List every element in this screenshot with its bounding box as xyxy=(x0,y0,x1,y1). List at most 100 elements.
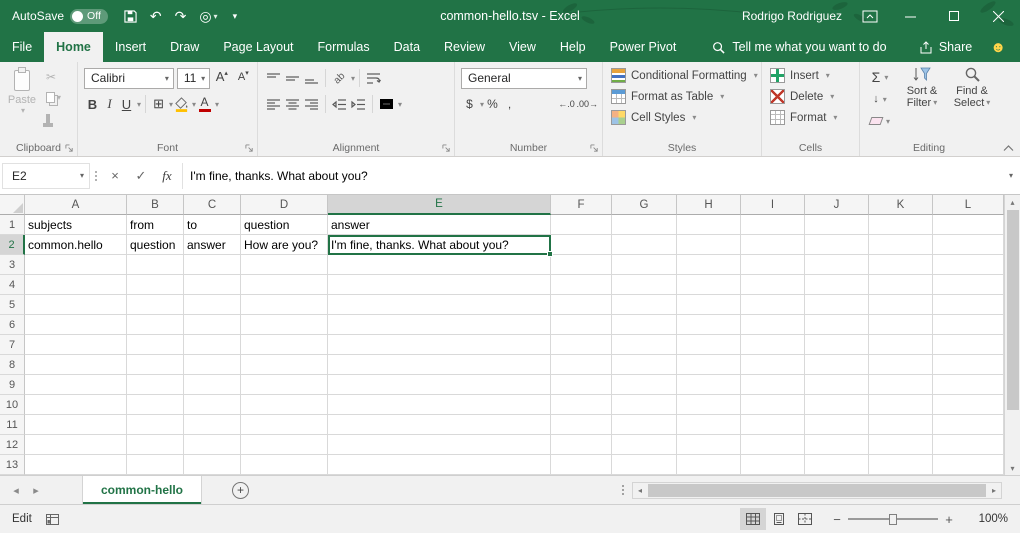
decrease-font-size-button[interactable]: A▾ xyxy=(234,68,253,88)
sheet-nav-left-icon[interactable]: ◂ xyxy=(6,484,26,497)
sort-filter-button[interactable]: Sort & Filter▾ xyxy=(898,66,946,138)
cell-E10[interactable] xyxy=(328,395,551,415)
cell-F9[interactable] xyxy=(551,375,612,395)
cell-C2[interactable]: answer xyxy=(184,235,241,255)
bold-button[interactable]: B xyxy=(84,94,101,114)
cell-J2[interactable] xyxy=(805,235,869,255)
ribbon-tab-review[interactable]: Review xyxy=(432,32,497,62)
comma-style-button[interactable]: , xyxy=(501,94,518,114)
cell-F6[interactable] xyxy=(551,315,612,335)
italic-button[interactable]: I xyxy=(101,94,118,114)
cell-H5[interactable] xyxy=(677,295,741,315)
cell-E3[interactable] xyxy=(328,255,551,275)
cell-C1[interactable]: to xyxy=(184,215,241,235)
cell-G4[interactable] xyxy=(612,275,677,295)
number-format-select[interactable]: General ▾ xyxy=(461,68,587,89)
cell-L2[interactable] xyxy=(933,235,1004,255)
orientation-button[interactable]: ab xyxy=(330,68,349,88)
cell-A11[interactable] xyxy=(25,415,127,435)
cell-A12[interactable] xyxy=(25,435,127,455)
cell-C4[interactable] xyxy=(184,275,241,295)
maximize-button[interactable] xyxy=(932,0,976,32)
row-header-9[interactable]: 9 xyxy=(0,375,25,395)
top-align-button[interactable] xyxy=(264,68,283,88)
cell-H7[interactable] xyxy=(677,335,741,355)
cell-A10[interactable] xyxy=(25,395,127,415)
user-name[interactable]: Rodrigo Rodriguez xyxy=(742,9,842,23)
cell-K12[interactable] xyxy=(869,435,933,455)
autosum-button[interactable]: Σ▾ xyxy=(864,67,896,87)
cell-E9[interactable] xyxy=(328,375,551,395)
scroll-up-icon[interactable]: ▴ xyxy=(1010,195,1014,209)
cell-D11[interactable] xyxy=(241,415,328,435)
cell-J1[interactable] xyxy=(805,215,869,235)
cell-G13[interactable] xyxy=(612,455,677,475)
cell-K1[interactable] xyxy=(869,215,933,235)
cell-A13[interactable] xyxy=(25,455,127,475)
column-header-D[interactable]: D xyxy=(241,195,328,215)
row-header-3[interactable]: 3 xyxy=(0,255,25,275)
find-select-button[interactable]: Find & Select▾ xyxy=(948,66,996,138)
touch-mode-button[interactable]: ◎ ▾ xyxy=(199,8,217,25)
increase-indent-button[interactable] xyxy=(349,94,368,114)
cell-F12[interactable] xyxy=(551,435,612,455)
cell-H8[interactable] xyxy=(677,355,741,375)
cell-D5[interactable] xyxy=(241,295,328,315)
increase-font-size-button[interactable]: A▴ xyxy=(212,68,231,88)
cell-B7[interactable] xyxy=(127,335,184,355)
cell-L10[interactable] xyxy=(933,395,1004,415)
vertical-scrollbar[interactable]: ▴ ▾ xyxy=(1004,195,1020,475)
cell-G6[interactable] xyxy=(612,315,677,335)
wrap-text-button[interactable] xyxy=(364,68,383,88)
cell-F3[interactable] xyxy=(551,255,612,275)
cell-I6[interactable] xyxy=(741,315,805,335)
cell-L4[interactable] xyxy=(933,275,1004,295)
dialog-launcher-icon[interactable] xyxy=(442,144,451,153)
ribbon-tab-formulas[interactable]: Formulas xyxy=(306,32,382,62)
cell-I11[interactable] xyxy=(741,415,805,435)
cell-C8[interactable] xyxy=(184,355,241,375)
ribbon-display-options-button[interactable] xyxy=(862,10,878,23)
cell-I7[interactable] xyxy=(741,335,805,355)
cell-H1[interactable] xyxy=(677,215,741,235)
cell-D12[interactable] xyxy=(241,435,328,455)
column-header-E[interactable]: E xyxy=(328,195,551,215)
cell-H3[interactable] xyxy=(677,255,741,275)
cell-K11[interactable] xyxy=(869,415,933,435)
cell-D10[interactable] xyxy=(241,395,328,415)
cell-J13[interactable] xyxy=(805,455,869,475)
dialog-launcher-icon[interactable] xyxy=(65,144,74,153)
tab-scrollbar-splitter[interactable] xyxy=(622,485,624,495)
cell-F7[interactable] xyxy=(551,335,612,355)
cell-J3[interactable] xyxy=(805,255,869,275)
cell-A4[interactable] xyxy=(25,275,127,295)
row-header-8[interactable]: 8 xyxy=(0,355,25,375)
cell-I8[interactable] xyxy=(741,355,805,375)
scroll-down-icon[interactable]: ▾ xyxy=(1010,461,1014,475)
zoom-in-button[interactable]: + xyxy=(938,512,960,527)
cell-H4[interactable] xyxy=(677,275,741,295)
cell-B5[interactable] xyxy=(127,295,184,315)
row-header-13[interactable]: 13 xyxy=(0,455,25,475)
cell-D4[interactable] xyxy=(241,275,328,295)
cell-A9[interactable] xyxy=(25,375,127,395)
cell-B8[interactable] xyxy=(127,355,184,375)
macro-record-button[interactable] xyxy=(46,514,59,525)
cell-B3[interactable] xyxy=(127,255,184,275)
column-header-J[interactable]: J xyxy=(805,195,869,215)
cell-E6[interactable] xyxy=(328,315,551,335)
bottom-align-button[interactable] xyxy=(302,68,321,88)
cell-K4[interactable] xyxy=(869,275,933,295)
middle-align-button[interactable] xyxy=(283,68,302,88)
borders-button[interactable]: ⊞ xyxy=(150,94,167,114)
decrease-indent-button[interactable] xyxy=(330,94,349,114)
align-left-button[interactable] xyxy=(264,94,283,114)
insert-function-button[interactable]: fx xyxy=(154,168,180,184)
row-header-12[interactable]: 12 xyxy=(0,435,25,455)
cell-D1[interactable]: question xyxy=(241,215,328,235)
horizontal-scrollbar[interactable]: ◂ ▸ xyxy=(632,482,1002,499)
cell-A1[interactable]: subjects xyxy=(25,215,127,235)
row-header-11[interactable]: 11 xyxy=(0,415,25,435)
zoom-slider-thumb[interactable] xyxy=(889,514,897,525)
row-header-10[interactable]: 10 xyxy=(0,395,25,415)
